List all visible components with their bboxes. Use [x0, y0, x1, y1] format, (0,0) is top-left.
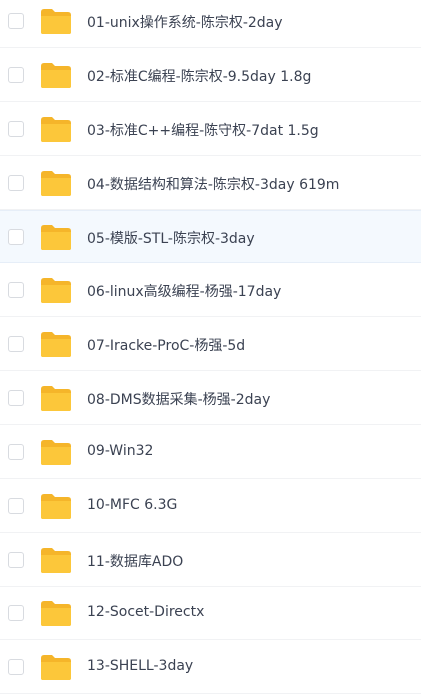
row-checkbox[interactable] — [8, 13, 24, 29]
row-checkbox[interactable] — [8, 443, 24, 460]
row-checkbox[interactable] — [8, 551, 24, 568]
folder-icon — [41, 385, 71, 411]
folder-icon — [41, 62, 71, 88]
file-name[interactable]: 08-DMS数据采集-杨强-2day — [87, 389, 270, 409]
file-name[interactable]: 06-linux高级编程-杨强-17day — [87, 281, 281, 301]
list-item[interactable]: 08-DMS数据采集-杨强-2day — [0, 371, 421, 425]
list-item[interactable]: 01-unix操作系统-陈宗权-2day — [0, 0, 421, 48]
list-item[interactable]: 07-Iracke-ProC-杨强-5d — [0, 318, 421, 372]
file-name[interactable]: 10-MFC 6.3G — [87, 497, 177, 513]
folder-icon — [41, 225, 71, 251]
file-name[interactable]: 05-模版-STL-陈宗权-3day — [87, 228, 255, 248]
list-item[interactable]: 06-linux高级编程-杨强-17day — [0, 264, 421, 318]
row-checkbox[interactable] — [8, 659, 24, 676]
list-item[interactable]: 11-数据库ADO — [0, 533, 421, 587]
row-checkbox[interactable] — [8, 174, 24, 191]
file-name[interactable]: 09-Win32 — [87, 443, 153, 459]
file-name[interactable]: 02-标准C编程-陈宗权-9.5day 1.8g — [87, 66, 311, 86]
list-item[interactable]: 02-标准C编程-陈宗权-9.5day 1.8g — [0, 48, 421, 102]
row-checkbox[interactable] — [8, 605, 24, 622]
folder-icon — [41, 439, 71, 465]
file-name[interactable]: 12-Socet-Directx — [87, 604, 204, 620]
list-item[interactable]: 03-标准C++编程-陈守权-7dat 1.5g — [0, 102, 421, 156]
folder-icon — [41, 493, 71, 519]
list-item[interactable]: 10-MFC 6.3G — [0, 479, 421, 533]
file-name[interactable]: 13-SHELL-3day — [87, 658, 193, 674]
row-checkbox[interactable] — [8, 229, 24, 246]
folder-icon — [41, 116, 71, 142]
row-checkbox[interactable] — [8, 497, 24, 514]
folder-icon — [41, 655, 71, 681]
folder-icon — [41, 601, 71, 627]
list-item[interactable]: 09-Win32 — [0, 425, 421, 479]
row-checkbox[interactable] — [8, 120, 24, 137]
file-name[interactable]: 03-标准C++编程-陈守权-7dat 1.5g — [87, 120, 319, 140]
list-item[interactable]: 05-模版-STL-陈宗权-3day — [0, 210, 421, 264]
file-name[interactable]: 04-数据结构和算法-陈宗权-3day 619m — [87, 174, 339, 194]
file-list: 01-unix操作系统-陈宗权-2day 02-标准C编程-陈宗权-9.5day… — [0, 0, 421, 696]
list-item[interactable]: 12-Socet-Directx — [0, 587, 421, 641]
row-checkbox[interactable] — [8, 282, 24, 299]
file-name[interactable]: 11-数据库ADO — [87, 551, 183, 571]
file-name[interactable]: 01-unix操作系统-陈宗权-2day — [87, 12, 283, 32]
file-name[interactable]: 07-Iracke-ProC-杨强-5d — [87, 335, 245, 355]
row-checkbox[interactable] — [8, 66, 24, 83]
folder-icon — [41, 9, 71, 34]
list-item[interactable]: 13-SHELL-3day — [0, 641, 421, 695]
row-checkbox[interactable] — [8, 389, 24, 406]
folder-icon — [41, 170, 71, 196]
folder-icon — [41, 332, 71, 358]
row-checkbox[interactable] — [8, 336, 24, 353]
list-item[interactable]: 04-数据结构和算法-陈宗权-3day 619m — [0, 156, 421, 210]
folder-icon — [41, 547, 71, 573]
folder-icon — [41, 278, 71, 304]
